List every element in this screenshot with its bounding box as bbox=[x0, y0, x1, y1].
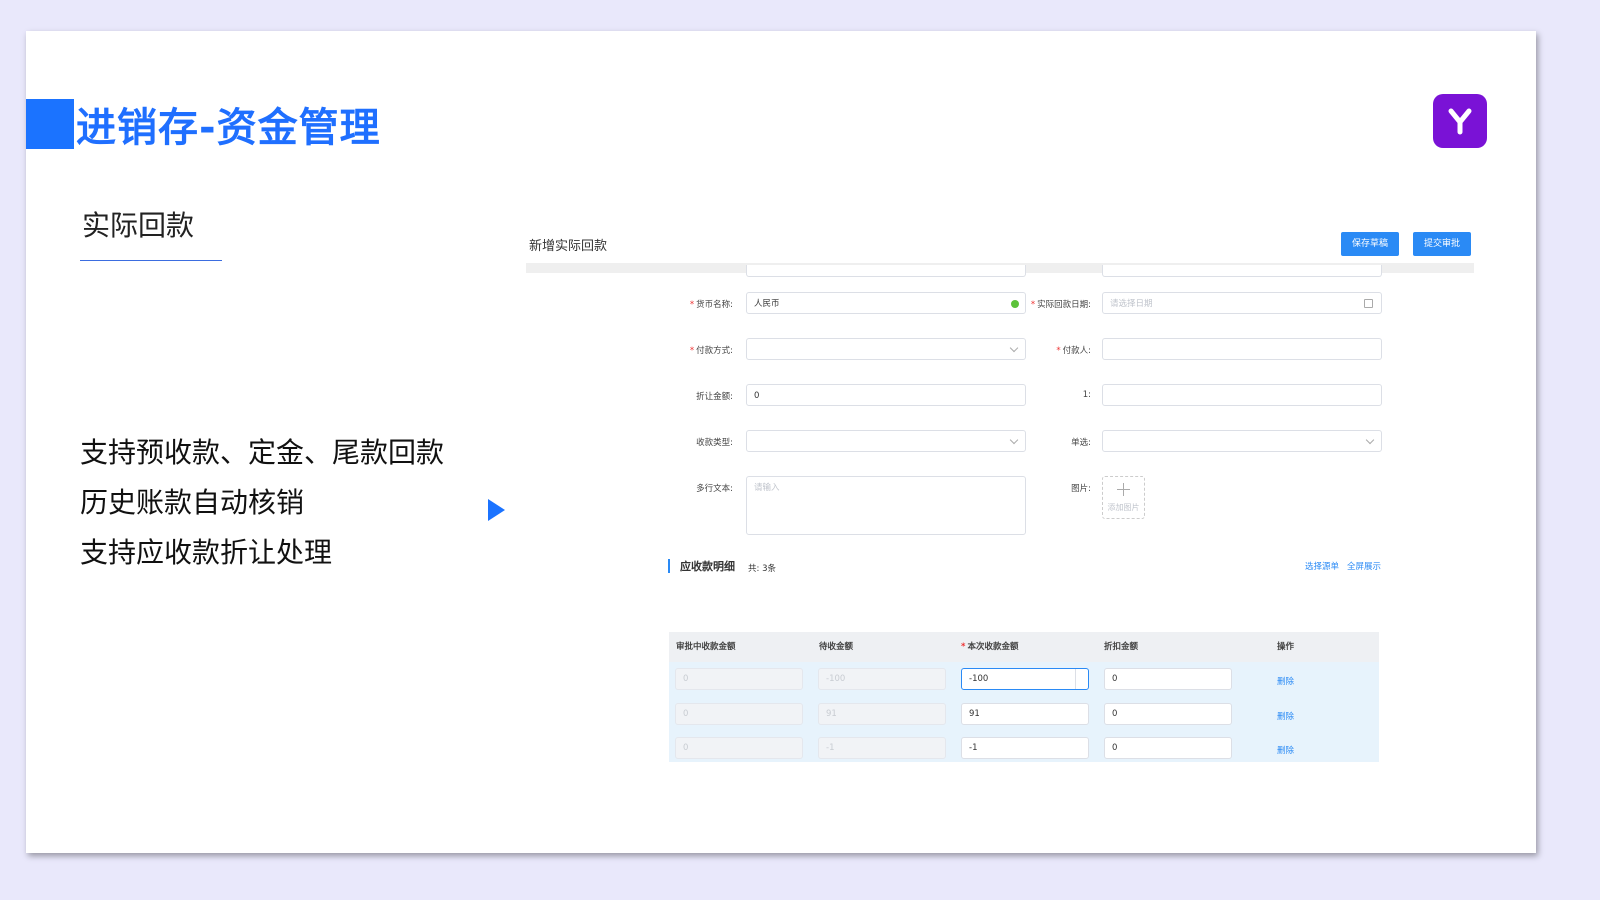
detail-accent-bar bbox=[668, 559, 670, 573]
column-header: 操作 bbox=[1277, 642, 1295, 652]
slide: 进销存-资金管理 实际回款 支持预收款、定金、尾款回款 历史账款自动核销 支持应… bbox=[26, 31, 1536, 853]
pending-approval-cell: 0 bbox=[675, 703, 803, 725]
single-select[interactable] bbox=[1102, 430, 1382, 452]
column-header: * 本次收款金额 bbox=[961, 642, 1019, 652]
receipt-type-select[interactable] bbox=[746, 430, 1026, 452]
chevron-down-icon bbox=[1009, 343, 1019, 353]
this-time-amount-input[interactable]: 91 bbox=[961, 703, 1089, 725]
pending-approval-cell: 0 bbox=[675, 737, 803, 759]
partial-input bbox=[1102, 265, 1382, 277]
image-upload-button[interactable]: 添加图片 bbox=[1102, 476, 1145, 519]
check-status-icon bbox=[1011, 300, 1019, 308]
receivable-detail-table: 审批中收款金额 待收金额 * 本次收款金额 折扣金额 操作 0 -100 -100… bbox=[669, 632, 1379, 743]
detail-title: 应收款明细 bbox=[680, 560, 735, 573]
plus-icon bbox=[1123, 483, 1124, 496]
table-row: 0 91 91 0 删除 bbox=[669, 697, 1379, 733]
pending-approval-cell: 0 bbox=[675, 668, 803, 690]
feature-item: 支持预收款、定金、尾款回款 bbox=[80, 436, 445, 469]
delete-link[interactable]: 删除 bbox=[1277, 710, 1294, 722]
section-underline bbox=[80, 260, 222, 261]
discount-amount-label: 折让金额: bbox=[696, 392, 733, 402]
chevron-down-icon bbox=[1365, 435, 1375, 445]
this-time-amount-input[interactable]: -100 bbox=[961, 668, 1089, 690]
fullscreen-link[interactable]: 全屏展示 bbox=[1347, 560, 1381, 572]
this-time-amount-input[interactable]: -1 bbox=[961, 737, 1089, 759]
table-row: 0 -100 -100 0 删除 bbox=[669, 662, 1379, 698]
partial-input bbox=[746, 265, 1026, 277]
currency-label: * 货币名称: bbox=[689, 300, 733, 310]
to-collect-cell: 91 bbox=[818, 703, 946, 725]
column-header: 折扣金额 bbox=[1104, 642, 1139, 652]
discount-input[interactable]: 0 bbox=[1104, 703, 1232, 725]
discount-amount-input[interactable]: 0 bbox=[746, 384, 1026, 406]
discount-input[interactable]: 0 bbox=[1104, 668, 1232, 690]
feature-item: 支持应收款折让处理 bbox=[80, 536, 333, 569]
to-collect-cell: -100 bbox=[818, 668, 946, 690]
column-header: 审批中收款金额 bbox=[676, 642, 736, 652]
title-accent-bar bbox=[26, 99, 74, 149]
payer-label: * 付款人: bbox=[1056, 346, 1091, 356]
single-select-label: 单选: bbox=[1071, 438, 1091, 448]
chevron-down-icon bbox=[1009, 435, 1019, 445]
play-arrow-icon bbox=[488, 499, 505, 521]
multiline-textarea[interactable]: 请输入 bbox=[746, 476, 1026, 535]
receipt-type-label: 收款类型: bbox=[696, 438, 733, 448]
save-draft-button[interactable]: 保存草稿 bbox=[1341, 232, 1399, 256]
page-title: 进销存-资金管理 bbox=[76, 105, 381, 151]
feature-item: 历史账款自动核销 bbox=[80, 486, 305, 519]
payer-input[interactable] bbox=[1102, 338, 1382, 360]
table-header: 审批中收款金额 待收金额 * 本次收款金额 折扣金额 操作 bbox=[669, 632, 1379, 662]
delete-link[interactable]: 删除 bbox=[1277, 675, 1294, 687]
column-header: 待收金额 bbox=[819, 642, 854, 652]
field-1-input[interactable] bbox=[1102, 384, 1382, 406]
submit-approval-button[interactable]: 提交审批 bbox=[1413, 232, 1471, 256]
payment-method-label: * 付款方式: bbox=[689, 346, 733, 356]
embedded-screenshot: 新增实际回款 保存草稿 提交审批 * 货币名称: 人民币 * 实际回款日期: 请选择… bbox=[526, 227, 1474, 762]
select-source-link[interactable]: 选择源单 bbox=[1305, 560, 1339, 572]
field-1-label: 1: bbox=[1082, 390, 1091, 400]
app-logo bbox=[1433, 94, 1487, 148]
stepper-icon[interactable] bbox=[1075, 669, 1088, 689]
currency-input[interactable]: 人民币 bbox=[746, 292, 1026, 314]
table-row-clip: 0 -1 -1 0 删除 bbox=[669, 732, 1379, 762]
table-row: 0 -1 -1 0 删除 bbox=[669, 732, 1379, 762]
actual-date-label: * 实际回款日期: bbox=[1030, 300, 1091, 310]
actual-date-picker[interactable]: 请选择日期 bbox=[1102, 292, 1382, 314]
y-letter-icon bbox=[1448, 108, 1472, 135]
detail-count: 共: 3条 bbox=[748, 564, 776, 574]
to-collect-cell: -1 bbox=[818, 737, 946, 759]
form-header: 新增实际回款 保存草稿 提交审批 bbox=[526, 227, 1474, 263]
calendar-icon bbox=[1364, 299, 1373, 308]
payment-method-select[interactable] bbox=[746, 338, 1026, 360]
multiline-label: 多行文本: bbox=[696, 484, 733, 494]
discount-input[interactable]: 0 bbox=[1104, 737, 1232, 759]
form-title: 新增实际回款 bbox=[529, 239, 608, 254]
section-title: 实际回款 bbox=[82, 209, 195, 242]
image-label: 图片: bbox=[1071, 484, 1091, 494]
delete-link[interactable]: 删除 bbox=[1277, 744, 1294, 756]
upload-text: 添加图片 bbox=[1107, 503, 1140, 512]
